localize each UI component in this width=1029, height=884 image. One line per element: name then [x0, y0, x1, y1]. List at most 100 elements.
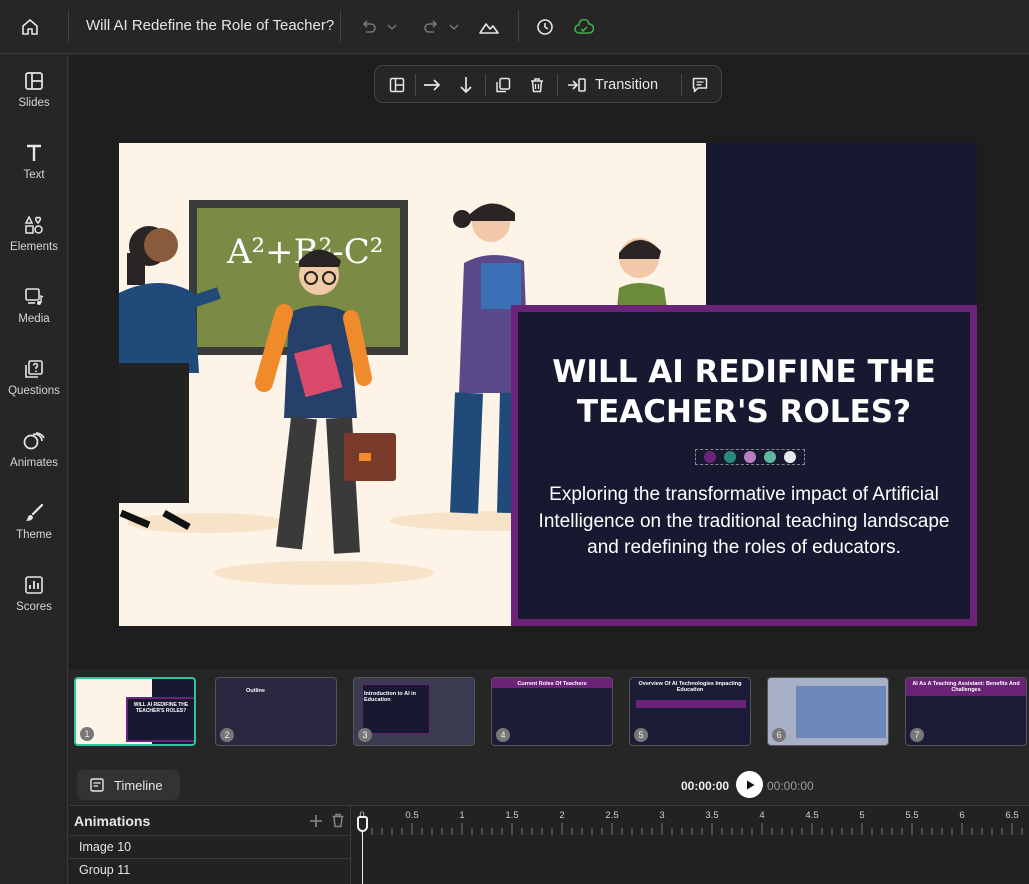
- thumbnail-number: 1: [80, 727, 94, 741]
- thumbnail-title: Outline: [246, 688, 265, 694]
- slides-icon: [25, 72, 43, 90]
- playhead-line: [362, 832, 363, 884]
- total-time: 00:00:00: [767, 779, 814, 793]
- sidebar-item-label: Media: [18, 313, 50, 325]
- copy-icon: [496, 77, 511, 93]
- media-icon: [25, 288, 44, 305]
- ruler-label: 2.5: [605, 810, 619, 821]
- thumbnail-number: 4: [496, 728, 510, 742]
- transition-icon: [568, 78, 586, 92]
- sidebar-item-label: Slides: [18, 97, 50, 109]
- sidebar-item-label: Text: [23, 169, 45, 181]
- slide-toolbar: Transition: [374, 65, 722, 103]
- sidebar-item-scores[interactable]: Scores: [0, 559, 68, 625]
- undo-button[interactable]: [356, 14, 400, 40]
- thumbnail-title: Overview Of AI Technologies Impacting Ed…: [638, 681, 742, 693]
- dot: [724, 451, 736, 463]
- ruler-label: 3: [659, 810, 665, 821]
- timeline-button[interactable]: Timeline: [77, 770, 180, 800]
- slide-title[interactable]: WILL AI REDIFINE THE TEACHER'S ROLES?: [518, 352, 970, 432]
- layout-icon: [389, 77, 405, 93]
- thumbnail-number: 3: [358, 728, 372, 742]
- home-icon[interactable]: [17, 14, 43, 40]
- sidebar-item-elements[interactable]: Elements: [0, 199, 68, 265]
- slide-thumbnail[interactable]: Overview Of AI Technologies Impacting Ed…: [629, 677, 751, 746]
- thumbnail-number: 5: [634, 728, 648, 742]
- scores-icon: [25, 576, 43, 594]
- play-button[interactable]: [736, 771, 763, 798]
- move-right-button[interactable]: [421, 74, 443, 96]
- sidebar-item-label: Questions: [8, 385, 60, 397]
- dot: [744, 451, 756, 463]
- slide-thumbnails: WILL AI REDIFINE THE TEACHER'S ROLES? 1 …: [69, 670, 1029, 754]
- sidebar-item-theme[interactable]: Theme: [0, 487, 68, 553]
- slide-thumbnail[interactable]: 6: [767, 677, 889, 746]
- sidebar-item-questions[interactable]: Questions: [0, 343, 68, 409]
- dot: [764, 451, 776, 463]
- slide-thumbnail[interactable]: Current Roles Of Teachers 4: [491, 677, 613, 746]
- timeline-controls: Timeline 00:00:00 00:00:00: [69, 755, 1029, 805]
- ruler-label: 3.5: [705, 810, 719, 821]
- slide-thumbnail[interactable]: Outline 2: [215, 677, 337, 746]
- thumbnail-title: Current Roles Of Teachers: [517, 681, 587, 687]
- duplicate-button[interactable]: [492, 74, 514, 96]
- dot: [784, 451, 796, 463]
- sidebar-item-label: Scores: [16, 601, 52, 613]
- sidebar-item-label: Animates: [10, 457, 58, 469]
- ruler-label: 5.5: [905, 810, 919, 821]
- current-time: 00:00:00: [681, 779, 730, 793]
- sidebar-item-label: Elements: [10, 241, 58, 253]
- thumbnail-number: 7: [910, 728, 924, 742]
- animation-row[interactable]: Group 11: [69, 858, 350, 881]
- redo-button[interactable]: [418, 14, 462, 40]
- playhead-handle[interactable]: [357, 816, 368, 832]
- sidebar-item-text[interactable]: Text: [0, 127, 68, 193]
- transition-button[interactable]: Transition: [567, 74, 671, 96]
- slide-thumbnail[interactable]: Introduction to AI in Education 3: [353, 677, 475, 746]
- decorative-dots[interactable]: [695, 449, 805, 465]
- undo-icon: [362, 20, 397, 33]
- ruler-label: 1: [459, 810, 465, 821]
- add-animation-icon[interactable]: [309, 814, 323, 833]
- timeline-ruler[interactable]: 00.511.522.533.544.555.566.5: [350, 806, 1029, 884]
- history-clock-icon[interactable]: [532, 14, 558, 40]
- editor-app: Will AI Redefine the Role of Teacher? Sl…: [0, 0, 1029, 884]
- comment-button[interactable]: [689, 74, 711, 96]
- slide-thumbnail[interactable]: AI As A Teaching Assistant: Benefits And…: [905, 677, 1027, 746]
- top-bar: Will AI Redefine the Role of Teacher?: [0, 0, 1029, 54]
- text-icon: [27, 144, 41, 161]
- delete-animation-icon[interactable]: [331, 813, 345, 833]
- document-title[interactable]: Will AI Redefine the Role of Teacher?: [86, 17, 334, 34]
- thumbnail-title: AI As A Teaching Assistant: Benefits And…: [912, 681, 1020, 693]
- dot: [704, 451, 716, 463]
- trash-icon: [531, 78, 543, 93]
- sidebar-item-label: Theme: [16, 529, 52, 541]
- slide-thumbnail[interactable]: WILL AI REDIFINE THE TEACHER'S ROLES? 1: [74, 677, 196, 746]
- sidebar-item-slides[interactable]: Slides: [0, 55, 68, 121]
- play-icon: [746, 780, 754, 789]
- ruler-label: 2: [559, 810, 565, 821]
- redo-icon: [424, 20, 459, 33]
- slide-stage: Transition A²+B²-C² WILL AI REDIFINE THE…: [69, 55, 1029, 669]
- animations-panel: Animations Image 10 Group 11 00.511.522.…: [69, 805, 1029, 884]
- ruler-label: 4.5: [805, 810, 819, 821]
- timeline-icon: [90, 778, 104, 792]
- ruler-label: 1.5: [505, 810, 519, 821]
- sidebar-item-animates[interactable]: Animates: [0, 415, 68, 481]
- arrow-right-icon: [424, 79, 441, 91]
- delete-button[interactable]: [526, 74, 548, 96]
- animations-title: Animations: [74, 813, 151, 829]
- elements-icon: [24, 215, 43, 234]
- thumbnail-number: 2: [220, 728, 234, 742]
- move-down-button[interactable]: [455, 74, 477, 96]
- layout-button[interactable]: [387, 74, 407, 96]
- title-box[interactable]: WILL AI REDIFINE THE TEACHER'S ROLES? Ex…: [511, 305, 977, 626]
- mountain-icon[interactable]: [476, 14, 502, 40]
- timeline-label: Timeline: [114, 777, 163, 793]
- arrow-down-icon: [460, 77, 472, 94]
- sidebar-item-media[interactable]: Media: [0, 271, 68, 337]
- slide-canvas[interactable]: A²+B²-C² WILL AI REDIFINE THE TEACHER'S …: [119, 143, 977, 626]
- ruler-label: 6: [959, 810, 965, 821]
- slide-subtitle[interactable]: Exploring the transformative impact of A…: [538, 482, 950, 562]
- animation-row[interactable]: Image 10: [69, 835, 350, 858]
